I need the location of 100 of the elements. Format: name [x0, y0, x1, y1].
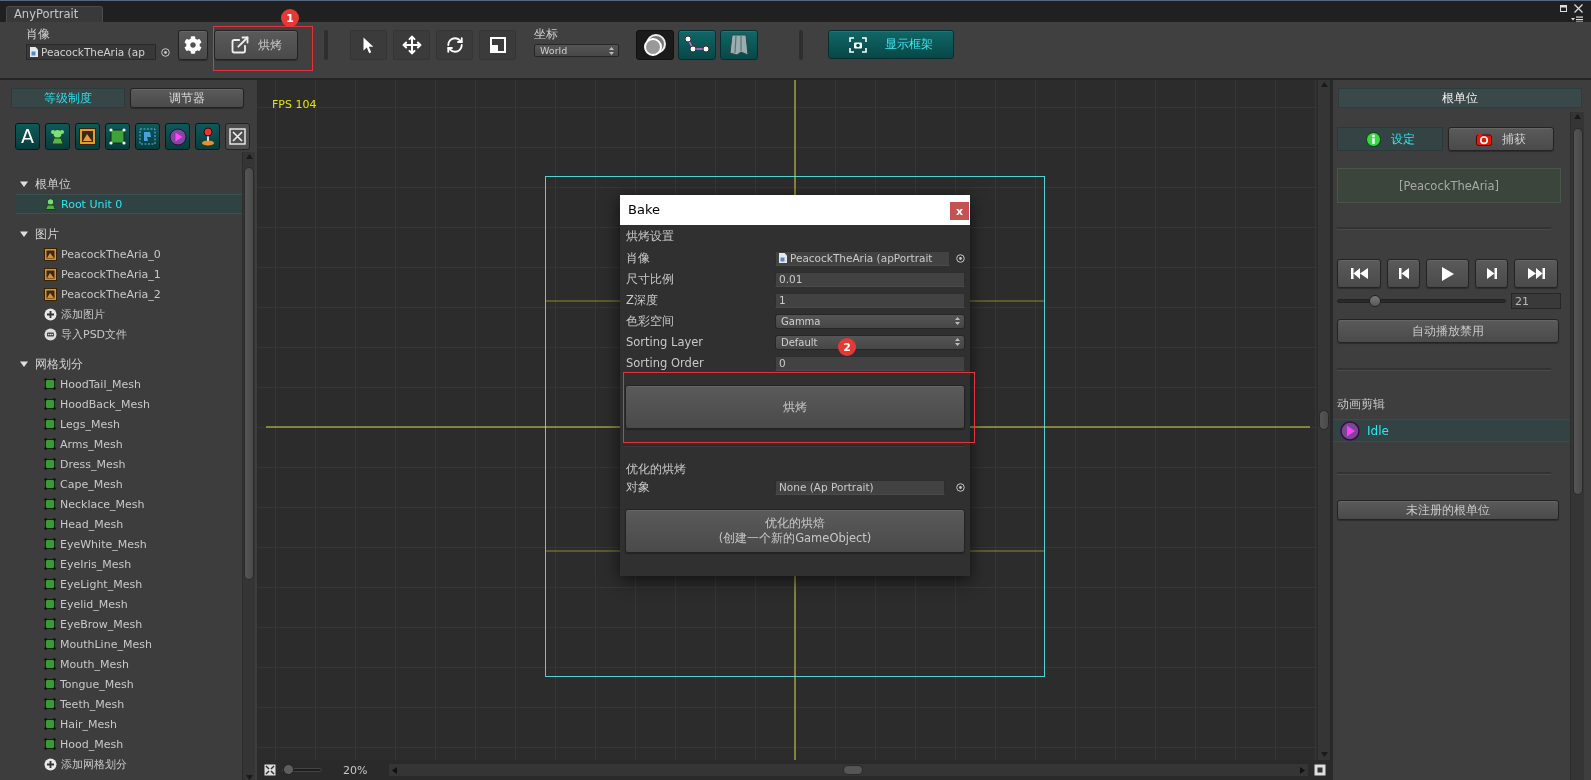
tree-item[interactable]: Legs_Mesh: [16, 414, 242, 434]
scrollbar-thumb[interactable]: [843, 765, 864, 775]
filter-button[interactable]: [135, 123, 160, 150]
play-circle-icon: [1340, 420, 1360, 441]
tree-item[interactable]: 导入PSD文件: [16, 324, 242, 344]
tree-item[interactable]: Hair_Mesh: [16, 714, 242, 734]
optimized-bake-button[interactable]: 优化的烘焙 (创建一个新的GameObject): [625, 509, 965, 553]
tree-item[interactable]: Root Unit 0: [16, 194, 242, 214]
bake-button[interactable]: 烘烤: [214, 30, 298, 60]
toggle-button[interactable]: [720, 30, 758, 60]
tree-item[interactable]: Cape_Mesh: [16, 474, 242, 494]
menu-icon[interactable]: [1571, 16, 1583, 23]
object-field[interactable]: PeacockTheAria (apPortrait: [775, 250, 951, 266]
panel-tab[interactable]: 调节器: [130, 88, 244, 108]
tree-item[interactable]: EyeIris_Mesh: [16, 554, 242, 574]
playback-button[interactable]: [1475, 259, 1508, 288]
tree-item[interactable]: Mouth_Mesh: [16, 654, 242, 674]
close-button[interactable]: x: [950, 202, 969, 220]
scrollbar[interactable]: [388, 763, 1309, 777]
mesh-icon: [44, 718, 56, 730]
tree-item[interactable]: 添加网格划分: [16, 754, 242, 774]
filter-button[interactable]: A: [15, 123, 40, 150]
target-icon[interactable]: [161, 47, 170, 57]
scrollbar[interactable]: [1317, 80, 1330, 760]
tree-item[interactable]: Arms_Mesh: [16, 434, 242, 454]
scrollbar[interactable]: [1570, 112, 1584, 780]
toggle-button[interactable]: [636, 30, 674, 60]
mesh-icon: [44, 558, 56, 570]
scrollbar-thumb[interactable]: [244, 167, 254, 580]
tree-item[interactable]: MouthLine_Mesh: [16, 634, 242, 654]
filter-button[interactable]: [225, 123, 250, 150]
tree-item[interactable]: EyeWhite_Mesh: [16, 534, 242, 554]
playback-button[interactable]: [1514, 259, 1558, 288]
tree-item[interactable]: Tongue_Mesh: [16, 674, 242, 694]
tree-item[interactable]: Necklace_Mesh: [16, 494, 242, 514]
tree-item[interactable]: PeacockTheAria_1: [16, 264, 242, 284]
tool-button[interactable]: [350, 30, 387, 60]
mesh-icon: [44, 418, 56, 430]
maximize-icon[interactable]: [1560, 5, 1567, 12]
tool-button[interactable]: [393, 30, 430, 60]
scrollbar-thumb[interactable]: [1572, 128, 1583, 495]
tree-item[interactable]: Teeth_Mesh: [16, 694, 242, 714]
target-icon[interactable]: [956, 253, 965, 263]
clip-item[interactable]: Idle: [1333, 419, 1570, 442]
tool-button[interactable]: [436, 30, 473, 60]
playback-button[interactable]: [1337, 259, 1381, 288]
section-heading: 烘烤设置: [626, 228, 675, 245]
tree-item[interactable]: HoodTail_Mesh: [16, 374, 242, 394]
autoplay-button[interactable]: 自动播放禁用: [1337, 319, 1559, 343]
panel-tab[interactable]: 等级制度: [11, 88, 125, 108]
tree-item[interactable]: EyeBrow_Mesh: [16, 614, 242, 634]
number-field[interactable]: 0: [775, 355, 965, 371]
object-field[interactable]: None (Ap Portrait): [775, 479, 946, 495]
slider-thumb[interactable]: [1368, 295, 1381, 307]
filter-button[interactable]: [165, 123, 190, 150]
field-label: Z深度: [626, 292, 659, 308]
tool-button[interactable]: [479, 30, 516, 60]
unregistered-button[interactable]: 未注册的根单位: [1337, 500, 1559, 520]
mode-tab[interactable]: 捕获: [1448, 127, 1554, 151]
tree-item[interactable]: Hood_Mesh: [16, 734, 242, 754]
slider-thumb[interactable]: [282, 764, 294, 775]
playback-button[interactable]: [1426, 259, 1469, 288]
tree-group-header[interactable]: 根单位: [0, 174, 242, 194]
dropdown[interactable]: Gamma: [775, 313, 965, 329]
updown-icon: [955, 338, 960, 346]
tree-item[interactable]: EyeLight_Mesh: [16, 574, 242, 594]
settings-button[interactable]: [178, 30, 208, 60]
scrollbar-thumb[interactable]: [1319, 410, 1329, 430]
right-arrow-icon: [1300, 766, 1305, 774]
portrait-field[interactable]: PeacockTheAria (ap: [26, 44, 156, 60]
playback-button[interactable]: [1387, 259, 1420, 288]
scrollbar[interactable]: [242, 152, 255, 780]
close-icon[interactable]: [1574, 4, 1583, 13]
mode-tab[interactable]: 设定: [1337, 127, 1443, 151]
window-tab[interactable]: AnyPortrait: [6, 6, 103, 22]
number-field[interactable]: 0.01: [775, 271, 965, 287]
tree-item[interactable]: PeacockTheAria_0: [16, 244, 242, 264]
fit-view-icon[interactable]: [264, 764, 276, 776]
file-badge-icon: [44, 327, 57, 341]
bake-button[interactable]: 烘烤: [625, 385, 965, 429]
coordinate-dropdown[interactable]: World: [534, 44, 619, 57]
tree-group-header[interactable]: 图片: [0, 224, 242, 244]
tree-item[interactable]: PeacockTheAria_2: [16, 284, 242, 304]
figure-icon: [44, 198, 57, 210]
filter-button[interactable]: [45, 123, 70, 150]
frame-field[interactable]: 21: [1511, 293, 1561, 309]
tree-item[interactable]: Head_Mesh: [16, 514, 242, 534]
target-icon[interactable]: [956, 482, 965, 492]
number-field[interactable]: 1: [775, 292, 965, 308]
toggle-button[interactable]: [678, 30, 716, 60]
filter-button[interactable]: [75, 123, 100, 150]
filter-button[interactable]: [105, 123, 130, 150]
tree-group-header[interactable]: 网格划分: [0, 354, 242, 374]
tree-item[interactable]: 添加图片: [16, 304, 242, 324]
filter-button[interactable]: [195, 123, 220, 150]
tree-item[interactable]: Eyelid_Mesh: [16, 594, 242, 614]
show-frame-button[interactable]: 显示框架: [828, 30, 954, 59]
mesh-icon: [44, 638, 56, 650]
tree-item[interactable]: Dress_Mesh: [16, 454, 242, 474]
tree-item[interactable]: HoodBack_Mesh: [16, 394, 242, 414]
